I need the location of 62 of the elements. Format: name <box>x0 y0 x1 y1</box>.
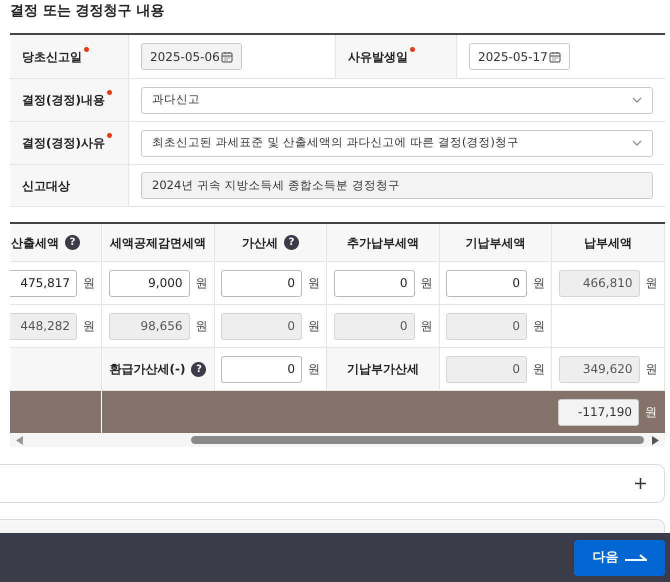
column-header: 추가납부세액 <box>347 234 419 252</box>
column-header: 산출세액 <box>11 234 59 252</box>
currency-unit: 원 <box>533 361 545 378</box>
currency-unit: 원 <box>420 275 432 292</box>
currency-unit: 원 <box>420 318 432 335</box>
currency-unit: 원 <box>83 318 95 335</box>
field-label: 결정(경정)사유 <box>22 135 105 152</box>
amount-field: 466,810 <box>558 270 640 296</box>
calendar-icon[interactable] <box>549 50 561 62</box>
column-header: 납부세액 <box>584 234 632 252</box>
currency-unit: 원 <box>196 275 208 292</box>
column-header: 세액공제감면세액 <box>110 234 206 252</box>
required-mark <box>106 90 112 95</box>
row-label: 기납부가산세 <box>347 361 419 378</box>
column-header: 가산세 <box>242 234 278 252</box>
amount-field: 448,282 <box>10 312 77 340</box>
currency-unit: 원 <box>83 275 95 292</box>
chevron-down-icon <box>632 97 642 103</box>
amount-field: 98,656 <box>108 312 190 340</box>
currency-unit: 원 <box>533 318 545 335</box>
field-label: 결정(경정)내용 <box>22 92 105 109</box>
amount-field: 0 <box>221 312 302 340</box>
horizontal-scrollbar[interactable] <box>10 433 665 447</box>
field-label: 사유발생일 <box>348 48 408 66</box>
scroll-left-icon[interactable] <box>16 436 23 444</box>
scroll-right-icon[interactable] <box>652 436 659 444</box>
field-label: 신고대상 <box>22 178 70 194</box>
amount-field[interactable]: 9,000 <box>108 270 190 296</box>
amount-field[interactable]: 0 <box>221 356 302 382</box>
column-header: 기납부세액 <box>466 234 526 252</box>
currency-unit: 원 <box>308 361 320 378</box>
field-label: 당초신고일 <box>22 48 82 66</box>
currency-unit: 원 <box>646 275 658 292</box>
currency-unit: 원 <box>533 275 545 292</box>
amount-field[interactable]: 475,817 <box>10 270 77 296</box>
required-mark <box>106 133 112 138</box>
date-field[interactable]: 2025-05-17 <box>469 43 570 70</box>
currency-unit: 원 <box>646 361 658 378</box>
required-mark <box>84 46 89 52</box>
currency-unit: 원 <box>308 318 320 335</box>
currency-unit: 원 <box>196 318 208 335</box>
help-icon[interactable]: ? <box>65 235 80 250</box>
currency-unit: 원 <box>308 275 320 292</box>
currency-unit: 원 <box>645 404 657 421</box>
help-icon[interactable]: ? <box>191 362 206 376</box>
amount-field[interactable]: 0 <box>334 270 414 296</box>
amount-field: 0 <box>334 312 414 340</box>
amount-field[interactable]: 0 <box>446 270 527 296</box>
select-field[interactable]: 최초신고된 과세표준 및 산출세액의 과다신고에 따른 결정(경정)청구 <box>141 130 653 156</box>
amount-field: 0 <box>446 356 527 382</box>
amount-field: 0 <box>446 312 527 340</box>
next-button[interactable]: 다음 <box>574 540 665 576</box>
amount-field: 349,620 <box>558 356 640 382</box>
section-title: 결정 또는 경정청구 내용 <box>10 2 166 21</box>
row-label: 환급가산세(-) <box>110 361 186 378</box>
total-amount-field: -117,190 <box>558 398 639 426</box>
amount-field[interactable]: 0 <box>221 270 302 296</box>
select-field[interactable]: 과다신고 <box>141 86 653 114</box>
readonly-field: 2024년 귀속 지방소득세 종합소득분 경정청구 <box>141 172 653 199</box>
required-mark <box>410 46 415 52</box>
chevron-down-icon <box>632 140 642 146</box>
help-icon[interactable]: ? <box>284 235 299 250</box>
